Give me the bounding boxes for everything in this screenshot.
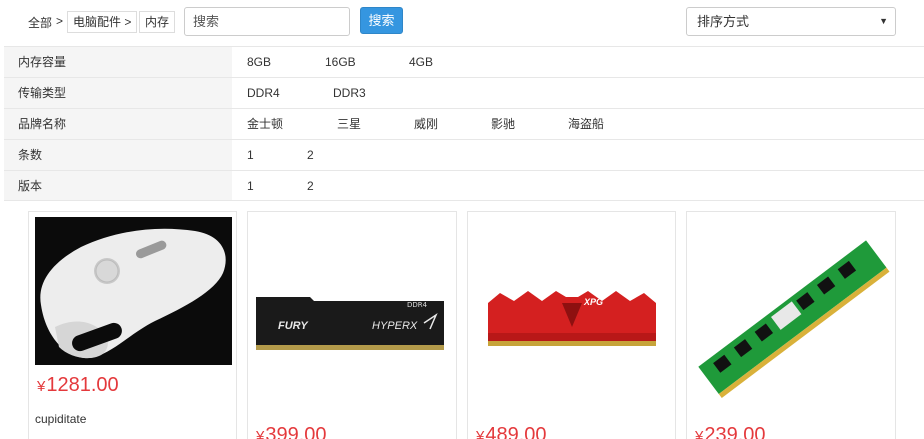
top-bar: 全部 > 电脑配件 > 内存 搜索 排序方式 ▼	[0, 0, 924, 46]
filter-option[interactable]: 海盗船	[568, 109, 604, 139]
search-button[interactable]: 搜索	[360, 7, 403, 34]
product-price: ¥489.00	[476, 424, 547, 439]
search-input[interactable]	[184, 7, 350, 36]
product-price: ¥239.00	[695, 424, 766, 439]
breadcrumb-root[interactable]: 全部	[28, 14, 52, 31]
filter-option[interactable]: 2	[307, 171, 314, 201]
filter-option[interactable]: 威刚	[414, 109, 438, 139]
brand-fury: FURY	[278, 320, 309, 332]
breadcrumb-subcategory[interactable]: 内存	[139, 11, 176, 33]
filter-option[interactable]: 金士顿	[247, 109, 283, 139]
filter-label: 版本	[4, 171, 232, 200]
sort-select-label: 排序方式	[697, 14, 750, 29]
brand-hyperx: HYPERX	[372, 320, 418, 332]
product-price: ¥399.00	[256, 424, 327, 439]
filter-option[interactable]: 4GB	[409, 47, 433, 77]
filter-option[interactable]: 8GB	[247, 47, 271, 77]
product-image[interactable]	[693, 217, 890, 417]
filter-row-version: 版本 1 2	[4, 170, 924, 201]
breadcrumb-separator: >	[56, 14, 64, 28]
product-card[interactable]: ¥1281.00 cupiditate	[28, 211, 237, 439]
filter-option[interactable]: 16GB	[325, 47, 356, 77]
filter-options: 金士顿 三星 威刚 影驰 海盗船	[232, 109, 924, 139]
filter-label: 品牌名称	[4, 109, 232, 139]
product-card[interactable]: DDR4 FURY HYPERX ¥399.00	[247, 211, 457, 439]
brand-xpg: XPG	[583, 297, 603, 307]
filter-row-type: 传输类型 DDR4 DDR3	[4, 77, 924, 108]
filter-row-count: 条数 1 2	[4, 139, 924, 170]
product-card[interactable]: ¥239.00	[686, 211, 896, 439]
chevron-down-icon: ▼	[879, 16, 888, 26]
currency-symbol: ¥	[256, 428, 265, 439]
filter-row-brand: 品牌名称 金士顿 三星 威刚 影驰 海盗船	[4, 108, 924, 139]
filter-option[interactable]: DDR4	[247, 78, 280, 108]
currency-symbol: ¥	[476, 428, 485, 439]
product-price: ¥1281.00	[37, 374, 119, 397]
filter-label: 内存容量	[4, 47, 232, 77]
product-image[interactable]: DDR4 FURY HYPERX	[254, 217, 451, 417]
ddr4-marking: DDR4	[407, 301, 428, 309]
filter-option[interactable]: DDR3	[333, 78, 366, 108]
filter-option[interactable]: 影驰	[491, 109, 515, 139]
filter-options: 1 2	[232, 140, 924, 170]
filter-options: 8GB 16GB 4GB	[232, 47, 924, 77]
currency-symbol: ¥	[37, 378, 46, 395]
product-image[interactable]	[35, 217, 232, 365]
filter-options: 1 2	[232, 171, 924, 200]
filter-option[interactable]: 1	[247, 171, 254, 201]
filter-label: 条数	[4, 140, 232, 170]
price-value: 239.00	[704, 424, 766, 439]
price-value: 489.00	[485, 424, 547, 439]
product-card[interactable]: XPG ¥489.00	[467, 211, 676, 439]
price-value: 399.00	[265, 424, 327, 439]
filter-row-capacity: 内存容量 8GB 16GB 4GB	[4, 46, 924, 77]
price-value: 1281.00	[46, 374, 119, 396]
filter-options: DDR4 DDR3	[232, 78, 924, 108]
filter-label: 传输类型	[4, 78, 232, 108]
currency-symbol: ¥	[695, 428, 704, 439]
filter-option[interactable]: 2	[307, 140, 314, 170]
product-image[interactable]: XPG	[474, 217, 671, 417]
filter-panel: 内存容量 8GB 16GB 4GB 传输类型 DDR4 DDR3 品牌名称 金士…	[4, 46, 924, 201]
breadcrumb-category[interactable]: 电脑配件 >	[67, 11, 138, 33]
filter-option[interactable]: 三星	[337, 109, 361, 139]
filter-option[interactable]: 1	[247, 140, 254, 170]
product-name[interactable]: cupiditate	[35, 412, 86, 426]
sort-select[interactable]: 排序方式 ▼	[686, 7, 896, 36]
